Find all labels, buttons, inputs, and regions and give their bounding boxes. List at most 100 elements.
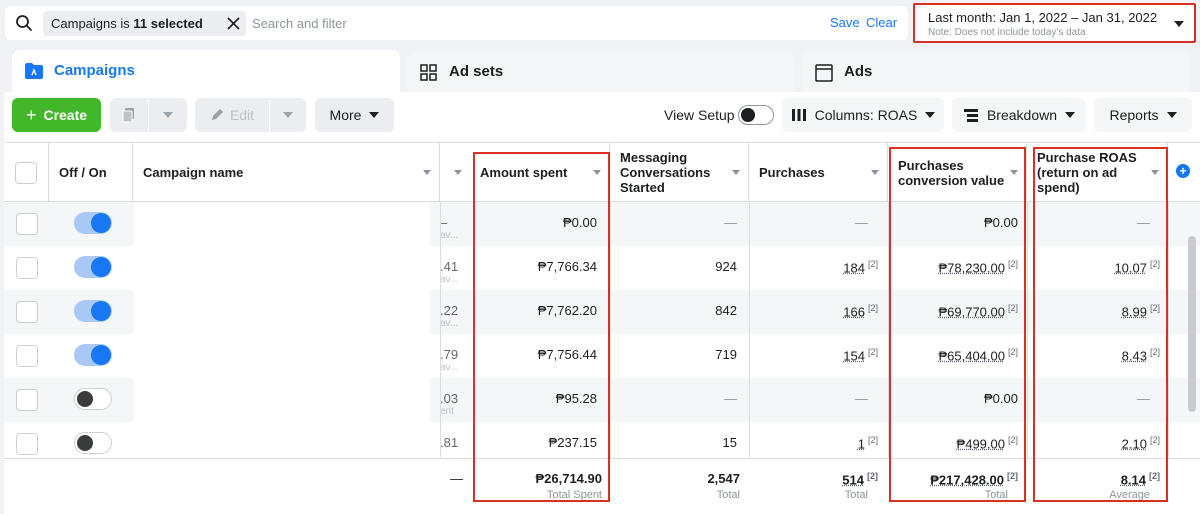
edit-label: Edit [229,107,255,123]
campaign-toggle[interactable] [74,300,112,322]
date-range-label: Last month: Jan 1, 2022 – Jan 31, 2022 [928,10,1158,25]
save-filter-link[interactable]: Save [830,15,860,30]
add-column-icon[interactable]: + [1176,164,1190,178]
footnote-marker: [2] [867,435,878,445]
row-checkbox[interactable] [16,301,38,323]
purchases-value: — [855,391,868,406]
messaging-cell: 719 [715,347,737,362]
toggle-knob [77,435,93,451]
footnote-marker: [2] [1007,471,1018,481]
vertical-scrollbar[interactable] [1188,236,1196,412]
hidden-col-value: .79 [440,347,459,362]
total-messaging-label: Total [716,489,740,501]
amount-spent-cell: ₱7,762.20 [537,303,597,318]
col-campaign-name[interactable]: Campaign name [133,143,440,202]
view-setup-toggle[interactable] [738,105,774,125]
total-amount-spent-label: Total Spent [546,489,602,501]
purchases-cell[interactable]: 166 [2] [843,303,878,319]
col-messaging-conversations[interactable]: Messaging Conversations Started [610,143,749,202]
chevron-down-icon [925,112,936,118]
conversion-value: ₱499.00 [956,436,1005,452]
duplicate-menu-button[interactable] [149,98,187,132]
row-checkbox[interactable] [16,257,38,279]
campaign-toggle[interactable] [74,256,112,278]
create-button[interactable]: + Create [12,98,101,132]
footnote-marker: [2] [867,303,878,313]
col-purchases[interactable]: Purchases [749,143,888,202]
roas-cell[interactable]: 2.10 [2] [1122,435,1160,451]
col-purchase-roas[interactable]: Purchase ROAS (return on ad spend) [1027,143,1168,202]
edit-button[interactable]: Edit [195,98,269,132]
campaign-toggle[interactable] [74,344,112,366]
duplicate-icon [122,108,134,123]
purchases-value: 166 [843,304,865,320]
purchases-cell: — [855,215,868,230]
col-off-on[interactable]: Off / On [49,143,133,202]
conversion-value-cell[interactable]: ₱69,770.00 [2] [938,303,1018,319]
messaging-cell: 842 [715,303,737,318]
messaging-cell: — [724,215,737,230]
filter-bar: Campaigns is 11 selected Save Clear [5,6,908,40]
sort-icon [871,170,879,175]
tab-ads[interactable]: Ads [802,52,1190,92]
folder-icon [25,63,43,79]
columns-icon [791,109,806,121]
breakdown-button[interactable]: Breakdown [952,98,1086,132]
row-checkbox[interactable] [16,213,38,235]
purchases-cell[interactable]: 154 [2] [843,347,878,363]
toggle-knob [741,108,755,122]
row-checkbox[interactable] [16,433,38,455]
chevron-down-icon [1065,112,1076,118]
total-conversion-value: ₱217,428.00 [2] [930,471,1018,487]
conversion-value-cell[interactable]: ₱499.00 [2] [957,435,1018,451]
hidden-col-subtext: av... [440,230,459,241]
edit-menu-button[interactable] [270,98,306,132]
roas-value: — [1137,391,1150,406]
footnote-marker: [2] [867,471,878,481]
clear-filter-link[interactable]: Clear [866,15,897,30]
roas-cell[interactable]: 10.07 [2] [1114,259,1160,275]
col-hidden[interactable] [440,143,470,202]
campaign-toggle[interactable] [74,388,112,410]
col-amount-spent[interactable]: Amount spent [470,143,610,202]
row-checkbox[interactable] [16,345,38,367]
roas-cell[interactable]: 8.99 [2] [1122,303,1160,319]
tab-campaigns[interactable]: Campaigns [12,50,400,96]
totals-hidden-col: — [450,471,463,486]
sort-icon [454,170,462,175]
campaign-toggle[interactable] [74,212,112,234]
pencil-icon [211,109,223,120]
col-label: Amount spent [480,165,568,180]
search-filter-input[interactable] [252,14,812,32]
duplicate-button[interactable] [110,98,148,132]
amount-spent-cell: ₱7,766.34 [537,259,597,274]
close-icon[interactable] [227,17,240,30]
col-purchases-conversion-value[interactable]: Purchases conversion value [888,143,1027,202]
select-all-checkbox[interactable] [15,161,37,184]
total-purchases-value: 514 [842,472,864,488]
more-label: More [329,107,362,123]
sort-icon [732,170,740,175]
table-header: Off / On Campaign name Amount spent Mess… [4,142,1200,202]
toggle-knob [91,345,111,365]
campaign-toggle[interactable] [74,432,112,454]
purchases-cell[interactable]: 1 [2] [858,435,878,451]
footnote-marker: [2] [1007,435,1018,445]
filter-chip-campaigns[interactable]: Campaigns is 11 selected [43,11,246,36]
sort-icon [1151,170,1159,175]
conversion-value-cell[interactable]: ₱0.00 [984,215,1018,230]
purchases-cell[interactable]: 184 [2] [843,259,878,275]
roas-cell[interactable]: 8.43 [2] [1122,347,1160,363]
tab-label: Ads [844,63,873,80]
conversion-value-cell[interactable]: ₱78,230.00 [2] [938,259,1018,275]
date-range-picker[interactable]: Last month: Jan 1, 2022 – Jan 31, 2022 N… [913,3,1196,43]
columns-button[interactable]: Columns: ROAS [782,98,944,132]
conversion-value-cell[interactable]: ₱0.00 [984,391,1018,406]
row-checkbox[interactable] [16,389,38,411]
tab-ad-sets[interactable]: Ad sets [407,52,795,92]
reports-button[interactable]: Reports [1094,98,1192,132]
total-amount-spent: ₱26,714.90 [535,471,602,486]
conversion-value-cell[interactable]: ₱65,404.00 [2] [938,347,1018,363]
more-button[interactable]: More [315,98,394,132]
footnote-marker: [2] [1007,347,1018,357]
